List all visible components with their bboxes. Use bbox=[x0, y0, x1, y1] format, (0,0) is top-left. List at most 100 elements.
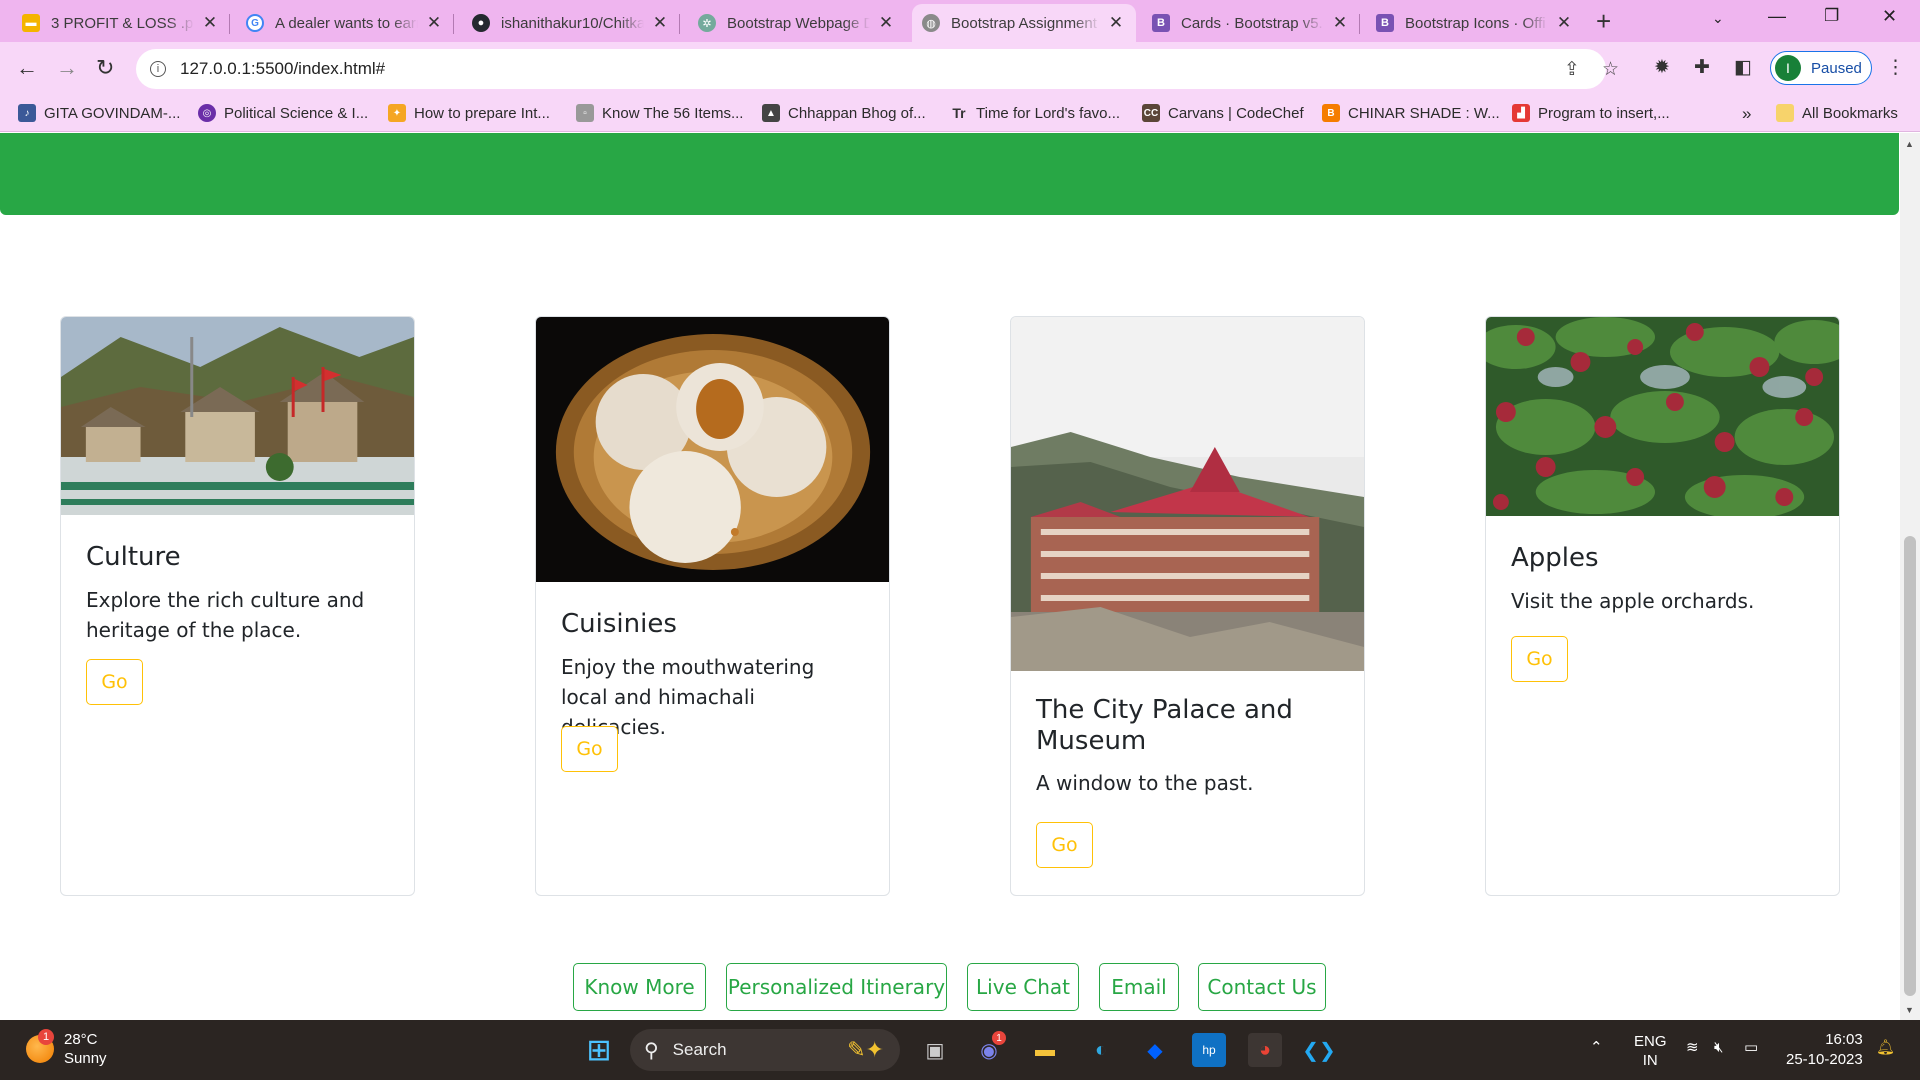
tab-bootstrap-icons[interactable]: B Bootstrap Icons · Offi ✕ bbox=[1366, 4, 1584, 42]
email-button[interactable]: Email bbox=[1099, 963, 1179, 1011]
bookmark-gita-govindam[interactable]: ♪ GITA GOVINDAM-... bbox=[18, 104, 180, 122]
bookmark-chinar-shade[interactable]: B CHINAR SHADE : W... bbox=[1322, 104, 1500, 122]
bookmark-prepare-interview[interactable]: ✦ How to prepare Int... bbox=[388, 104, 550, 122]
more-bookmarks-icon[interactable]: » bbox=[1742, 104, 1751, 124]
reload-icon[interactable]: ↻ bbox=[96, 55, 114, 81]
forward-icon[interactable]: → bbox=[56, 55, 78, 81]
scroll-down-icon[interactable]: ▼ bbox=[1905, 1005, 1914, 1015]
restore-icon[interactable]: ❐ bbox=[1824, 6, 1839, 26]
dropbox-icon[interactable]: ◆ bbox=[1138, 1033, 1172, 1067]
card-city-palace: The City Palace and Museum A window to t… bbox=[1010, 316, 1365, 896]
live-chat-button[interactable]: Live Chat bbox=[967, 963, 1079, 1011]
card-apples: Apples Visit the apple orchards. Go bbox=[1485, 316, 1840, 896]
scroll-thumb[interactable] bbox=[1904, 536, 1916, 996]
go-button-apples[interactable]: Go bbox=[1511, 636, 1568, 682]
teams-chat-icon[interactable]: ◉ 1 bbox=[972, 1031, 1006, 1067]
weather-temp: 28°C bbox=[64, 1031, 98, 1048]
bookmark-program-insert[interactable]: ▟ Program to insert,... bbox=[1512, 104, 1670, 122]
food-image bbox=[536, 317, 889, 582]
globe-icon: ◍ bbox=[922, 14, 940, 32]
github-icon: ● bbox=[472, 14, 490, 32]
close-tab-icon[interactable]: ✕ bbox=[1106, 13, 1126, 33]
go-button-city-palace[interactable]: Go bbox=[1036, 822, 1093, 868]
system-clock[interactable]: 16:03 25-10-2023 bbox=[1786, 1030, 1863, 1070]
battery-icon[interactable]: ▭ bbox=[1744, 1038, 1758, 1057]
bookmarks-bar: ♪ GITA GOVINDAM-... ◎ Political Science & … bbox=[0, 96, 1920, 132]
weather-widget[interactable]: 1 28°C Sunny bbox=[26, 1029, 107, 1068]
myhp-icon[interactable]: hp bbox=[1192, 1033, 1226, 1067]
search-icon: ⚲ bbox=[644, 1039, 659, 1062]
tab-dealer[interactable]: G A dealer wants to earn ✕ bbox=[236, 4, 454, 42]
language-indicator[interactable]: ENG IN bbox=[1634, 1032, 1667, 1070]
close-tab-icon[interactable]: ✕ bbox=[1554, 13, 1574, 33]
taskbar-search[interactable]: ⚲ Search ✎✦ bbox=[630, 1029, 900, 1071]
url-text[interactable]: 127.0.0.1:5500/index.html# bbox=[180, 59, 385, 79]
close-tab-icon[interactable]: ✕ bbox=[200, 13, 220, 33]
tab-profit-loss[interactable]: ▬ 3 PROFIT & LOSS .ppt ✕ bbox=[12, 4, 230, 42]
bookmark-favicon-icon: ▟ bbox=[1512, 104, 1530, 122]
bookmark-56-items[interactable]: ▫ Know The 56 Items... bbox=[576, 104, 743, 122]
vscode-icon[interactable]: ❮❯ bbox=[1302, 1033, 1336, 1067]
chrome-icon[interactable]: ◕ bbox=[1248, 1033, 1282, 1067]
tray-overflow-icon[interactable]: ⌃ bbox=[1590, 1038, 1603, 1057]
close-window-icon[interactable]: ✕ bbox=[1882, 6, 1897, 27]
folder-icon bbox=[1776, 104, 1794, 122]
bookmark-political-science[interactable]: ◎ Political Science & I... bbox=[198, 104, 368, 122]
extension-bug-icon[interactable]: ✹ bbox=[1654, 56, 1670, 79]
close-tab-icon[interactable]: ✕ bbox=[1330, 13, 1350, 33]
card-text: A window to the past. bbox=[1036, 771, 1254, 795]
bookmark-chhappan-bhog[interactable]: ▲ Chhappan Bhog of... bbox=[762, 104, 926, 122]
menu-kebab-icon[interactable]: ⋮ bbox=[1886, 56, 1905, 79]
personalized-itinerary-button[interactable]: Personalized Itinerary bbox=[726, 963, 947, 1011]
bookmark-favicon-icon: ♪ bbox=[18, 104, 36, 122]
close-tab-icon[interactable]: ✕ bbox=[424, 13, 444, 33]
go-button-cuisinies[interactable]: Go bbox=[561, 726, 618, 772]
bookmark-favicon-icon: CC bbox=[1142, 104, 1160, 122]
site-info-icon[interactable]: i bbox=[150, 61, 166, 77]
minimize-icon[interactable]: — bbox=[1768, 6, 1786, 27]
tab-chatgpt[interactable]: ✲ Bootstrap Webpage D ✕ bbox=[688, 4, 906, 42]
card-cuisinies: Cuisinies Enjoy the mouthwatering local … bbox=[535, 316, 890, 896]
google-icon: G bbox=[246, 14, 264, 32]
scroll-up-icon[interactable]: ▲ bbox=[1905, 139, 1914, 149]
tab-search-icon[interactable]: ⌄ bbox=[1712, 10, 1724, 27]
tab-bootstrap-assignment[interactable]: ◍ Bootstrap Assignment ✕ bbox=[912, 4, 1136, 42]
task-view-icon[interactable]: ▣ bbox=[918, 1033, 952, 1067]
back-icon[interactable]: ← bbox=[16, 55, 38, 81]
file-explorer-icon[interactable]: ▬ bbox=[1028, 1033, 1062, 1067]
search-highlight-icon: ✎✦ bbox=[847, 1037, 884, 1062]
bookmark-codechef[interactable]: CC Carvans | CodeChef bbox=[1142, 104, 1304, 122]
know-more-button[interactable]: Know More bbox=[573, 963, 706, 1011]
tab-cards-bootstrap[interactable]: B Cards · Bootstrap v5. ✕ bbox=[1142, 4, 1360, 42]
go-button-culture[interactable]: Go bbox=[86, 659, 143, 705]
tab-github[interactable]: ● ishanithakur10/Chitkara ✕ bbox=[462, 4, 680, 42]
windows-start-icon[interactable]: ⊞ bbox=[582, 1033, 616, 1067]
side-panel-icon[interactable]: ◧ bbox=[1734, 56, 1752, 79]
page-viewport: Culture Explore the rich culture and her… bbox=[0, 133, 1900, 1020]
bookmark-lords-favourite[interactable]: Tr Time for Lord's favo... bbox=[950, 104, 1120, 122]
edge-icon[interactable]: ◐ bbox=[1084, 1033, 1118, 1067]
close-tab-icon[interactable]: ✕ bbox=[876, 13, 896, 33]
star-icon[interactable]: ☆ bbox=[1602, 58, 1619, 81]
profile-button[interactable]: I Paused bbox=[1770, 51, 1872, 85]
chatgpt-icon: ✲ bbox=[698, 14, 716, 32]
palace-image bbox=[1011, 317, 1364, 671]
header-banner bbox=[0, 133, 1899, 215]
tab-strip: ▬ 3 PROFIT & LOSS .ppt ✕ G A dealer want… bbox=[0, 0, 1920, 42]
card-culture: Culture Explore the rich culture and her… bbox=[60, 316, 415, 896]
volume-muted-icon[interactable]: 🔇︎ bbox=[1714, 1038, 1723, 1057]
contact-us-button[interactable]: Contact Us bbox=[1198, 963, 1326, 1011]
new-tab-icon[interactable]: + bbox=[1596, 6, 1611, 37]
wifi-icon[interactable]: ≋ bbox=[1686, 1038, 1699, 1057]
address-bar[interactable]: i 127.0.0.1:5500/index.html# ⇪ ☆ bbox=[136, 49, 1619, 89]
all-bookmarks-folder[interactable]: All Bookmarks bbox=[1776, 104, 1898, 122]
card-title: Cuisinies bbox=[561, 609, 677, 639]
card-text: Explore the rich culture and heritage of… bbox=[86, 588, 365, 642]
slides-icon: ▬ bbox=[22, 14, 40, 32]
sun-icon: 1 bbox=[26, 1029, 54, 1063]
close-tab-icon[interactable]: ✕ bbox=[650, 13, 670, 33]
page-scrollbar[interactable]: ▲ ▼ bbox=[1900, 133, 1920, 1020]
extensions-puzzle-icon[interactable]: ✚ bbox=[1694, 56, 1710, 79]
share-icon[interactable]: ⇪ bbox=[1564, 58, 1580, 81]
notification-bell-icon[interactable]: 🔔︎ bbox=[1876, 1038, 1895, 1057]
